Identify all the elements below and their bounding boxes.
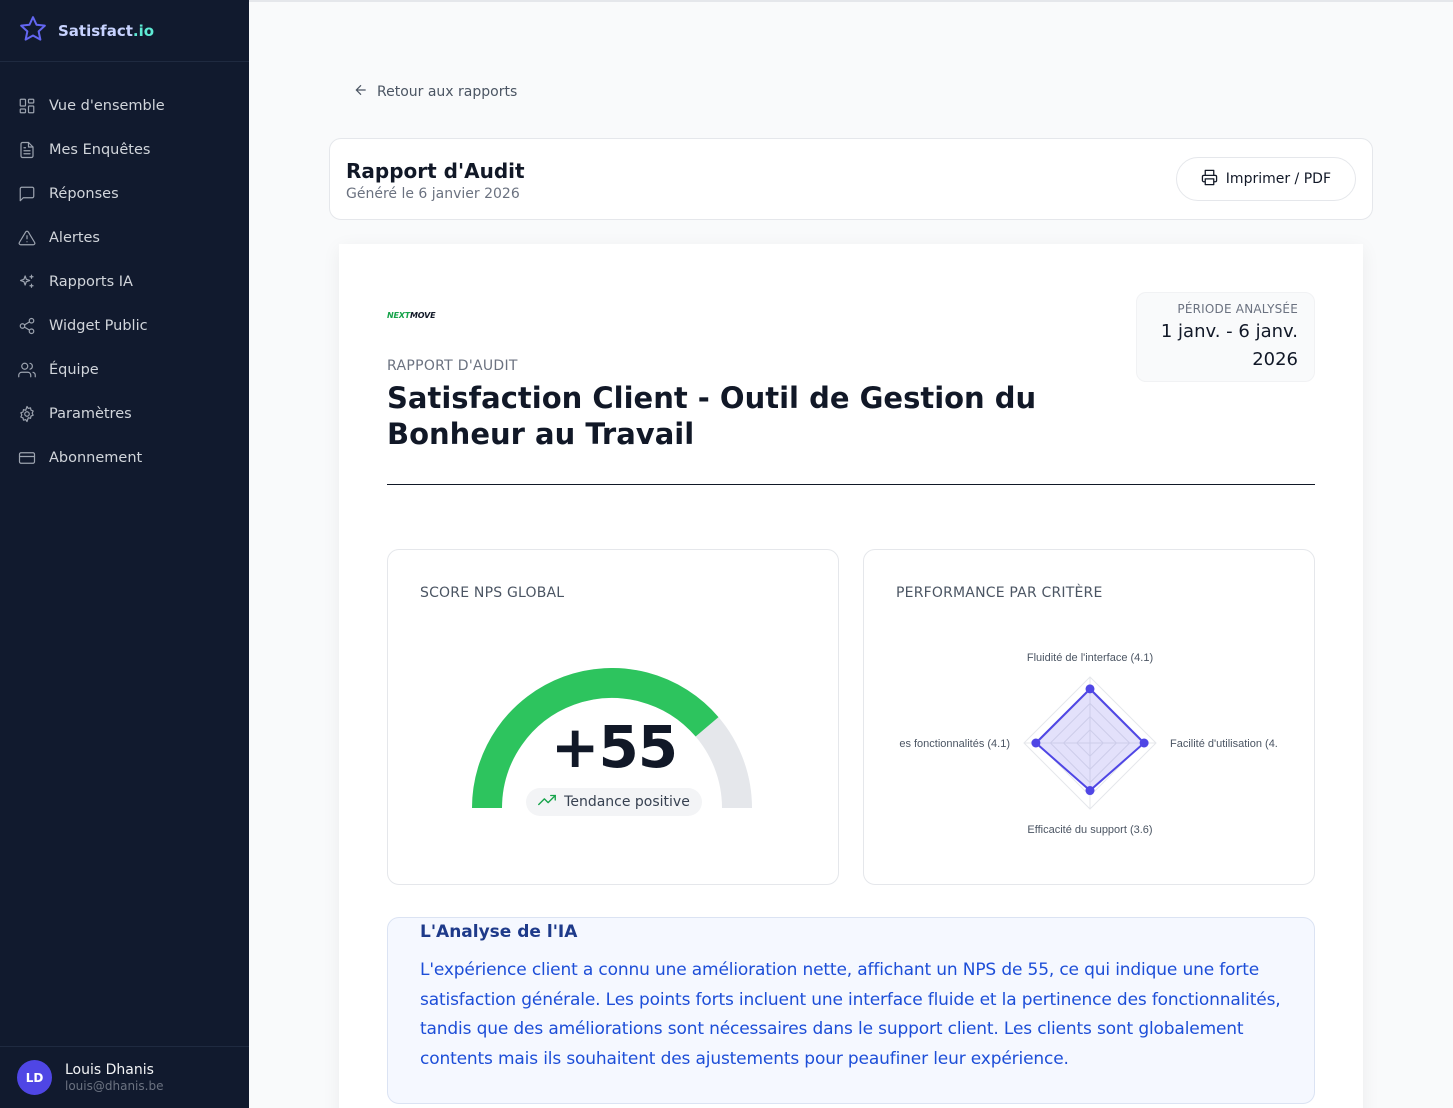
nps-score: +55: [550, 713, 678, 781]
arrow-left-icon: [353, 82, 377, 102]
nps-label: SCORE NPS GLOBAL: [420, 585, 565, 601]
star-logo-icon: [18, 14, 48, 48]
trending-up-icon: [538, 791, 564, 813]
sidebar-item-settings[interactable]: Paramètres: [0, 392, 249, 436]
print-button[interactable]: Imprimer / PDF: [1175, 157, 1356, 201]
brand[interactable]: Satisfact.io: [0, 0, 249, 62]
divider: [387, 484, 1315, 485]
sparkles-icon: [18, 273, 36, 291]
sidebar-item-widget[interactable]: Widget Public: [0, 304, 249, 348]
report-title: Satisfaction Client - Outil de Gestion d…: [387, 381, 1037, 451]
sidebar-item-label: Paramètres: [49, 406, 132, 422]
page-title: Rapport d'Audit: [346, 159, 525, 183]
trend-badge: Tendance positive: [526, 788, 702, 816]
sidebar-item-label: Vue d'ensemble: [49, 98, 165, 114]
sidebar-item-label: Alertes: [49, 230, 100, 246]
radar-point: [1085, 786, 1095, 796]
sidebar-nav: Vue d'ensemble Mes Enquêtes Réponses Ale…: [0, 62, 249, 480]
user-profile[interactable]: LD Louis Dhanis louis@dhanis.be: [0, 1046, 249, 1108]
report-document: NEXTMOVE PÉRIODE ANALYSÉE 1 janv. - 6 ja…: [339, 244, 1363, 1108]
ai-analysis-title: L'Analyse de l'IA: [420, 922, 578, 942]
period-label: PÉRIODE ANALYSÉE: [1177, 302, 1298, 316]
report-header: Rapport d'Audit Généré le 6 janvier 2026…: [329, 138, 1373, 220]
radar-axis-label: es fonctionnalités (4.1): [899, 738, 1010, 750]
sidebar-item-label: Widget Public: [49, 318, 148, 334]
alert-triangle-icon: [18, 229, 36, 247]
sidebar-item-label: Mes Enquêtes: [49, 142, 151, 158]
print-button-label: Imprimer / PDF: [1225, 171, 1331, 187]
document-icon: [18, 141, 36, 159]
radar-axis-label: Facilité d'utilisation (4.: [1170, 738, 1278, 750]
ai-analysis: L'Analyse de l'IA L'expérience client a …: [387, 917, 1315, 1104]
sidebar-item-label: Abonnement: [49, 450, 143, 466]
users-icon: [18, 361, 36, 379]
grid-icon: [18, 97, 36, 115]
sidebar-item-ai-reports[interactable]: Rapports IA: [0, 260, 249, 304]
back-link-label: Retour aux rapports: [377, 84, 518, 100]
user-email: louis@dhanis.be: [65, 1079, 164, 1093]
sidebar-item-responses[interactable]: Réponses: [0, 172, 249, 216]
generated-date: Généré le 6 janvier 2026: [346, 186, 520, 202]
sidebar-item-overview[interactable]: Vue d'ensemble: [0, 84, 249, 128]
period-box: PÉRIODE ANALYSÉE 1 janv. - 6 janv. 2026: [1136, 292, 1315, 382]
user-name: Louis Dhanis: [65, 1062, 154, 1078]
sidebar-item-subscription[interactable]: Abonnement: [0, 436, 249, 480]
printer-icon: [1201, 169, 1226, 190]
share-icon: [18, 317, 36, 335]
radar-axis-label: Fluidité de l'interface (4.1): [1027, 652, 1153, 664]
sidebar-item-label: Réponses: [49, 186, 119, 202]
ai-analysis-text: L'expérience client a connu une améliora…: [420, 960, 1281, 1069]
sidebar-item-surveys[interactable]: Mes Enquêtes: [0, 128, 249, 172]
sidebar-item-team[interactable]: Équipe: [0, 348, 249, 392]
trend-label: Tendance positive: [564, 794, 690, 810]
period-value: 1 janv. - 6 janv. 2026: [1160, 321, 1298, 370]
company-logo: NEXTMOVE: [387, 311, 436, 320]
nps-card: SCORE NPS GLOBAL +55 Tendance positive: [387, 549, 839, 885]
credit-card-icon: [18, 449, 36, 467]
sidebar-item-label: Rapports IA: [49, 274, 133, 290]
gear-icon: [18, 405, 36, 423]
radar-card: PERFORMANCE PAR CRITÈRE Fluidité de l'in…: [863, 549, 1315, 885]
brand-name: Satisfact.io: [58, 21, 155, 40]
radar-series-area: [1034, 687, 1146, 792]
sidebar: Satisfact.io Vue d'ensemble Mes Enquêtes…: [0, 0, 249, 1108]
radar-chart: Fluidité de l'interface (4.1) Facilité d'…: [899, 652, 1278, 836]
message-icon: [18, 185, 36, 203]
sidebar-item-alerts[interactable]: Alertes: [0, 216, 249, 260]
avatar: LD: [17, 1060, 52, 1095]
radar-axis-label: Efficacité du support (3.6): [1027, 824, 1152, 836]
sidebar-item-label: Équipe: [49, 362, 99, 378]
top-divider: [249, 0, 1453, 2]
radar-point: [1139, 738, 1149, 748]
radar-point: [1031, 738, 1041, 748]
report-kicker: RAPPORT D'AUDIT: [387, 358, 518, 374]
radar-point: [1085, 684, 1095, 694]
back-link[interactable]: Retour aux rapports: [353, 82, 517, 102]
